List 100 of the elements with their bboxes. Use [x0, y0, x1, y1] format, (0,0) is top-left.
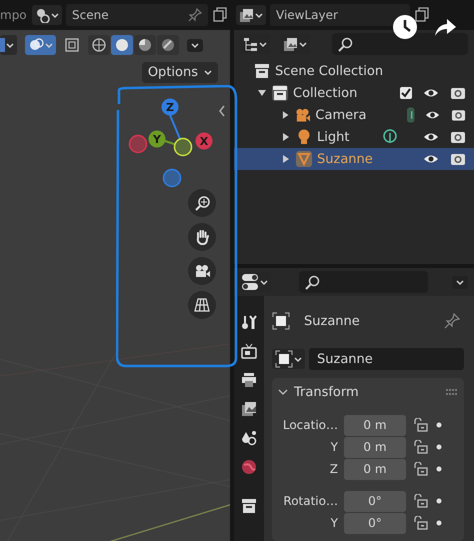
gizmo-negative-axis-handle[interactable]	[162, 168, 182, 188]
caret-icon	[299, 40, 307, 48]
search-field[interactable]	[299, 271, 428, 293]
copy-icon[interactable]	[414, 7, 430, 23]
image-stack-icon	[239, 8, 254, 22]
value-field[interactable]: 0 m	[344, 458, 406, 480]
view-toggle-button[interactable]	[0, 35, 17, 55]
disclosure-triangle-icon[interactable]	[281, 110, 290, 120]
scene-tab[interactable]	[241, 430, 257, 446]
value-field[interactable]: 0°	[344, 512, 406, 534]
tool-tab[interactable]	[241, 314, 257, 330]
collection-tab[interactable]	[241, 498, 257, 514]
unlocked-padlock-icon[interactable]	[412, 494, 428, 508]
data-selector-button[interactable]	[272, 349, 305, 369]
keyframe-dot-icon[interactable]	[436, 498, 442, 504]
scene-selector[interactable]	[32, 5, 62, 25]
render-tab[interactable]	[241, 343, 257, 359]
field-label: Locatio…	[282, 418, 338, 432]
caret-icon	[259, 40, 267, 48]
checkbox[interactable]	[400, 87, 412, 99]
image-stack-icon	[283, 36, 298, 52]
keyframe-dot-icon[interactable]	[436, 422, 442, 428]
overlapping-circles-icon	[28, 37, 44, 53]
caret-icon	[51, 12, 59, 18]
keyframe-dot-icon[interactable]	[436, 520, 442, 526]
render-camera-icon[interactable]	[450, 85, 466, 101]
value-field[interactable]: 0 m	[344, 436, 406, 458]
world-tab[interactable]	[241, 459, 257, 475]
gizmo-axis-handle[interactable]: Y	[148, 130, 166, 148]
panel-chevron-icon[interactable]	[278, 388, 288, 396]
zoom-button[interactable]	[188, 189, 216, 217]
outliner-row[interactable]: Collection	[234, 82, 474, 104]
object-icon	[275, 350, 293, 368]
search-field[interactable]	[332, 33, 468, 55]
gizmo-axis-handle[interactable]: X	[196, 132, 212, 150]
unlocked-padlock-icon[interactable]	[412, 462, 428, 476]
options-button[interactable]: Options	[142, 62, 218, 83]
xray-toggle-icon[interactable]	[64, 37, 80, 53]
panel-title[interactable]: Transform	[294, 384, 440, 400]
pin-icon[interactable]	[444, 313, 460, 329]
shading-mode-button[interactable]	[88, 35, 110, 55]
outliner-item-label[interactable]: Scene Collection	[275, 64, 384, 78]
shading-mode-button[interactable]	[157, 35, 179, 55]
wireframe-sphere-icon	[91, 37, 107, 53]
view-layer-tab[interactable]	[241, 401, 257, 417]
unlocked-padlock-icon[interactable]	[412, 516, 428, 530]
view-layer-selector[interactable]	[236, 5, 266, 25]
shading-mode-button[interactable]	[111, 35, 133, 55]
value-field[interactable]: 0 m	[344, 414, 406, 436]
scene-name: Scene	[72, 8, 109, 22]
world-icon	[241, 459, 257, 475]
share-arrow-icon[interactable]	[433, 17, 457, 37]
shading-menu-button[interactable]	[187, 38, 203, 52]
options-menu-button[interactable]	[452, 276, 468, 288]
collapse-chevron-icon[interactable]	[218, 105, 226, 117]
movie-camera-icon	[194, 263, 210, 279]
unlocked-padlock-icon[interactable]	[412, 418, 428, 432]
value-field[interactable]: 0°	[344, 490, 406, 512]
camera-view-button[interactable]	[188, 257, 216, 285]
shading-mode-button[interactable]	[134, 35, 156, 55]
grid-icon	[194, 297, 210, 313]
outliner-item-label: Light	[317, 130, 350, 144]
search-icon	[305, 274, 320, 290]
field-label: Z	[328, 462, 338, 476]
disclosure-triangle-icon[interactable]	[257, 88, 267, 98]
output-icon	[241, 372, 257, 388]
search-icon	[338, 36, 353, 52]
render-camera-icon[interactable]	[450, 129, 466, 145]
copy-icon[interactable]	[212, 7, 228, 23]
object-name-field[interactable]: Suzanne	[309, 348, 464, 370]
unlocked-padlock-icon[interactable]	[412, 440, 428, 454]
outliner-row[interactable]: Suzanne	[234, 148, 474, 170]
solid-sphere-icon	[114, 37, 130, 53]
scene-field[interactable]: Scene	[66, 4, 208, 26]
clock-icon[interactable]	[392, 14, 418, 40]
keyframe-dot-icon[interactable]	[436, 444, 442, 450]
tool-icon	[241, 314, 257, 330]
gizmo-negative-axis-handle[interactable]	[128, 134, 148, 154]
outliner-row[interactable]: Camera	[234, 104, 474, 126]
view-layer-field[interactable]: ViewLayer	[270, 4, 410, 26]
pan-hand-button[interactable]	[188, 223, 216, 251]
drag-handle-icon[interactable]	[446, 389, 458, 395]
perspective-grid-button[interactable]	[188, 291, 216, 319]
gizmo-axis-handle[interactable]: Z	[162, 98, 178, 116]
material-sphere-icon	[137, 37, 153, 53]
object-name: Suzanne	[304, 314, 361, 328]
overlays-button[interactable]	[25, 35, 56, 55]
disclosure-triangle-icon[interactable]	[281, 132, 291, 142]
outliner-row[interactable]: Light	[234, 126, 474, 148]
disclosure-triangle-icon[interactable]	[281, 154, 291, 164]
collection-box-icon	[272, 85, 288, 101]
pin-icon	[188, 8, 202, 22]
caret-icon	[6, 42, 14, 48]
scene-icon	[35, 8, 50, 22]
field-label: Y	[330, 516, 338, 530]
object-icon	[272, 312, 290, 330]
workspace-tab[interactable]: mpo	[0, 8, 28, 22]
render-camera-icon[interactable]	[450, 151, 466, 167]
keyframe-dot-icon[interactable]	[436, 466, 442, 472]
output-tab[interactable]	[241, 372, 257, 388]
